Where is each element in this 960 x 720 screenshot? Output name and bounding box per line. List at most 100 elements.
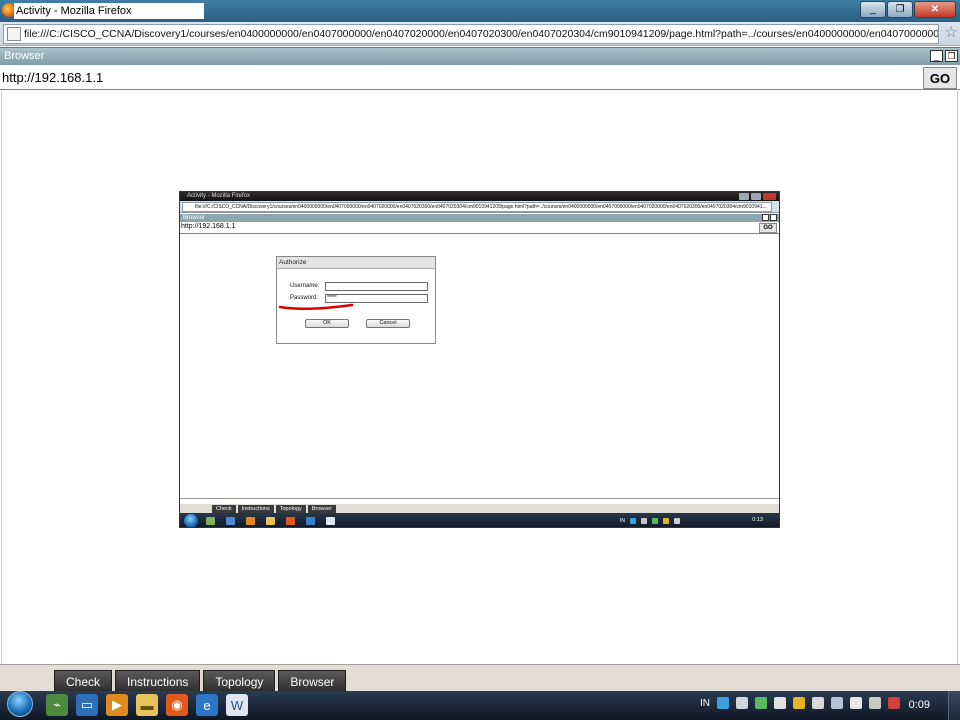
bottom-tab-bar: Check Instructions Topology Browser xyxy=(0,664,960,692)
tray-display-icon[interactable] xyxy=(831,697,843,709)
inner-tray-volume-icon xyxy=(674,518,680,524)
browser-panel-title-bar: Browser _ ❐ xyxy=(0,47,960,65)
inner-folder-icon xyxy=(266,517,275,525)
tray-alert-icon[interactable] xyxy=(888,697,900,709)
inner-url-bar: file:///C:/CISCO_CCNA/Discovery1/courses… xyxy=(180,201,779,213)
password-field: ***** xyxy=(325,294,428,303)
restore-button[interactable]: ❐ xyxy=(887,1,913,18)
taskbar-clock[interactable]: 0:09 xyxy=(909,699,930,711)
authorize-dialog-title: Authorize xyxy=(277,257,435,269)
inner-browser-title: Browser xyxy=(183,215,206,221)
inner-tab-topology: Topology xyxy=(275,505,306,513)
system-tray: IN xyxy=(700,697,900,709)
inner-window-controls xyxy=(739,193,776,200)
taskbar-pinned-icons: ⌁ ▭ ▶ ▬ ◉ e W xyxy=(46,694,248,716)
username-label: Username: xyxy=(290,283,320,289)
tab-browser[interactable]: Browser xyxy=(278,670,347,692)
inner-tab-browser: Browser xyxy=(307,505,336,513)
tab-check[interactable]: Check xyxy=(54,670,113,692)
inner-window-title: Activity - Mozilla Firefox xyxy=(187,193,251,199)
window-title: Activity - Mozilla Firefox xyxy=(14,3,204,19)
cancel-button: Cancel xyxy=(366,319,410,328)
inner-close-icon xyxy=(763,193,776,200)
inner-tray-shield-icon xyxy=(641,518,647,524)
inner-tray-lang: IN xyxy=(620,518,625,524)
inner-restore-icon xyxy=(751,193,761,200)
inner-bottom-tab-bar: Check Instructions Topology Browser xyxy=(180,504,779,513)
folder-icon[interactable]: ▬ xyxy=(136,694,158,716)
inner-panel-controls xyxy=(762,214,777,221)
inner-panel-restore-icon xyxy=(770,214,777,221)
inner-word-icon xyxy=(326,517,335,525)
tray-update-icon[interactable] xyxy=(755,697,767,709)
show-desktop-button[interactable] xyxy=(948,691,960,720)
firefox-title-bar: Activity - Mozilla Firefox _ ❐ ✕ xyxy=(0,0,960,22)
tray-language[interactable]: IN xyxy=(700,698,710,709)
packet-tracer-icon[interactable]: ⌁ xyxy=(46,694,68,716)
username-field xyxy=(325,282,428,291)
inner-taskbar: IN 0:13 xyxy=(180,513,779,527)
inner-tray-power-icon xyxy=(663,518,669,524)
firefox-icon[interactable]: ◉ xyxy=(166,694,188,716)
page-icon xyxy=(7,27,21,41)
inner-tray-network-icon xyxy=(630,518,636,524)
tray-globe-icon[interactable] xyxy=(812,697,824,709)
panel-minimize-button[interactable]: _ xyxy=(930,50,943,62)
windows-taskbar: ⌁ ▭ ▶ ▬ ◉ e W IN 0:09 xyxy=(0,691,960,720)
tray-volume-icon[interactable] xyxy=(850,697,862,709)
url-text: file:///C:/CISCO_CCNA/Discovery1/courses… xyxy=(24,28,938,40)
monitor-icon[interactable]: ▭ xyxy=(76,694,98,716)
inner-tabs: Check Instructions Topology Browser xyxy=(212,505,336,513)
firefox-address-bar: file:///C:/CISCO_CCNA/Discovery1/courses… xyxy=(0,22,960,46)
red-underline-annotation xyxy=(278,303,354,310)
browser-panel-title: Browser xyxy=(4,50,45,62)
inner-tab-check: Check xyxy=(212,505,236,513)
browser-address-input[interactable]: http://192.168.1.1 xyxy=(2,70,103,85)
password-label: Password: xyxy=(290,295,319,301)
browser-address-row: http://192.168.1.1 GO xyxy=(0,66,960,90)
inner-address-text: http://192.168.1.1 xyxy=(181,223,236,230)
inner-ie-icon xyxy=(306,517,315,525)
inner-url-text: file:///C:/CISCO_CCNA/Discovery1/courses… xyxy=(182,202,772,212)
ie-icon[interactable]: e xyxy=(196,694,218,716)
inner-frame-bottom-line xyxy=(180,498,779,499)
tab-topology[interactable]: Topology xyxy=(203,670,276,692)
start-button[interactable] xyxy=(7,691,33,717)
inner-system-tray: IN xyxy=(620,518,680,524)
inner-browser-title-bar: Browser xyxy=(180,214,779,222)
bookmark-star-icon[interactable]: ☆ xyxy=(945,25,958,41)
browser-panel-controls: _ ❐ xyxy=(930,50,958,62)
inner-address-row: http://192.168.1.1 GO xyxy=(180,222,779,234)
screen: Activity - Mozilla Firefox _ ❐ ✕ file://… xyxy=(0,0,960,720)
tray-battery-icon[interactable] xyxy=(774,697,786,709)
tray-network-icon[interactable] xyxy=(717,697,729,709)
panel-restore-button[interactable]: ❐ xyxy=(945,50,958,62)
inner-taskbar-icons xyxy=(206,517,335,525)
inner-go-button: GO xyxy=(759,223,777,233)
word-icon[interactable]: W xyxy=(226,694,248,716)
tray-power-icon[interactable] xyxy=(793,697,805,709)
url-field[interactable]: file:///C:/CISCO_CCNA/Discovery1/courses… xyxy=(3,24,939,44)
close-button[interactable]: ✕ xyxy=(914,1,956,18)
inner-packet-tracer-icon xyxy=(206,517,215,525)
tray-shield-icon[interactable] xyxy=(736,697,748,709)
inner-monitor-icon xyxy=(226,517,235,525)
inner-start-orb-icon xyxy=(184,514,198,527)
authorize-dialog: Authorize Username: Password: ***** OK C… xyxy=(276,256,436,344)
tab-instructions[interactable]: Instructions xyxy=(115,670,201,692)
tray-flag-icon[interactable] xyxy=(869,697,881,709)
window-controls: _ ❐ ✕ xyxy=(860,1,956,19)
minimize-button[interactable]: _ xyxy=(860,1,886,18)
bottom-tabs: Check Instructions Topology Browser xyxy=(54,670,347,692)
inner-title-bar: Activity - Mozilla Firefox xyxy=(180,192,779,201)
inner-panel-minimize-icon xyxy=(762,214,769,221)
embedded-screenshot: Activity - Mozilla Firefox file:///C:/CI… xyxy=(179,191,780,528)
inner-minimize-icon xyxy=(739,193,749,200)
inner-tab-instructions: Instructions xyxy=(237,505,274,513)
media-player-icon[interactable]: ▶ xyxy=(106,694,128,716)
ok-button: OK xyxy=(305,319,349,328)
inner-tray-update-icon xyxy=(652,518,658,524)
inner-firefox-icon xyxy=(286,517,295,525)
inner-media-player-icon xyxy=(246,517,255,525)
go-button[interactable]: GO xyxy=(923,67,957,89)
